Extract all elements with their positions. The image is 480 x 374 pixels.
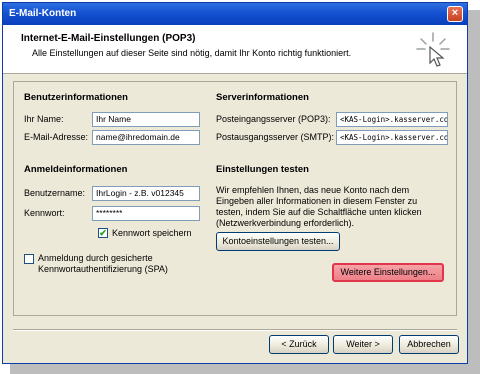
username-field[interactable]: IhrLogin - z.B. v012345 bbox=[92, 186, 200, 201]
back-button[interactable]: < Zurück bbox=[269, 335, 329, 354]
more-settings-button[interactable]: Weitere Einstellungen... bbox=[332, 263, 444, 282]
name-field[interactable]: Ihr Name bbox=[92, 112, 200, 127]
next-button[interactable]: Weiter > bbox=[333, 335, 393, 354]
outgoing-server-field[interactable]: <KAS-Login>.kasserver.com bbox=[336, 130, 448, 145]
settings-panel: Benutzerinformationen Ihr Name: Ihr Name… bbox=[13, 81, 457, 316]
title-bar[interactable]: E-Mail-Konten × bbox=[3, 3, 467, 25]
server-info-heading: Serverinformationen bbox=[216, 92, 309, 103]
spa-label-line2: Kennwortauthentifizierung (SPA) bbox=[38, 264, 168, 274]
email-label: E-Mail-Adresse: bbox=[24, 132, 89, 142]
wizard-header: Internet-E-Mail-Einstellungen (POP3) All… bbox=[3, 25, 467, 74]
logon-info-heading: Anmeldeinformationen bbox=[24, 164, 128, 175]
remember-password-label: Kennwort speichern bbox=[112, 228, 192, 238]
incoming-server-field[interactable]: <KAS-Login>.kasserver.com bbox=[336, 112, 448, 127]
outgoing-server-label: Postausgangsserver (SMTP): bbox=[216, 132, 335, 142]
remember-password-checkbox[interactable]: ✔ bbox=[98, 228, 108, 238]
test-settings-description: Wir empfehlen Ihnen, das neue Konto nach… bbox=[216, 185, 422, 228]
cancel-button[interactable]: Abbrechen bbox=[399, 335, 459, 354]
page-title: Internet-E-Mail-Einstellungen (POP3) bbox=[21, 33, 196, 44]
test-settings-heading: Einstellungen testen bbox=[216, 164, 309, 175]
footer-separator bbox=[13, 329, 457, 331]
password-field[interactable]: ******** bbox=[92, 206, 200, 221]
username-label: Benutzername: bbox=[24, 188, 86, 198]
spa-checkbox[interactable] bbox=[24, 254, 34, 264]
close-icon[interactable]: × bbox=[447, 6, 463, 22]
user-info-heading: Benutzerinformationen bbox=[24, 92, 128, 103]
incoming-server-label: Posteingangsserver (POP3): bbox=[216, 114, 331, 124]
test-account-settings-button[interactable]: Kontoeinstellungen testen... bbox=[216, 232, 340, 251]
page-subtitle: Alle Einstellungen auf dieser Seite sind… bbox=[32, 48, 352, 58]
wizard-sparkle-icon bbox=[416, 32, 450, 67]
window-title: E-Mail-Konten bbox=[9, 8, 77, 19]
email-accounts-dialog: E-Mail-Konten × Internet-E-Mail-Einstell… bbox=[2, 2, 468, 364]
name-label: Ihr Name: bbox=[24, 114, 64, 124]
password-label: Kennwort: bbox=[24, 208, 65, 218]
spa-label-line1: Anmeldung durch gesicherte bbox=[38, 253, 153, 263]
email-field[interactable]: name@ihredomain.de bbox=[92, 130, 200, 145]
